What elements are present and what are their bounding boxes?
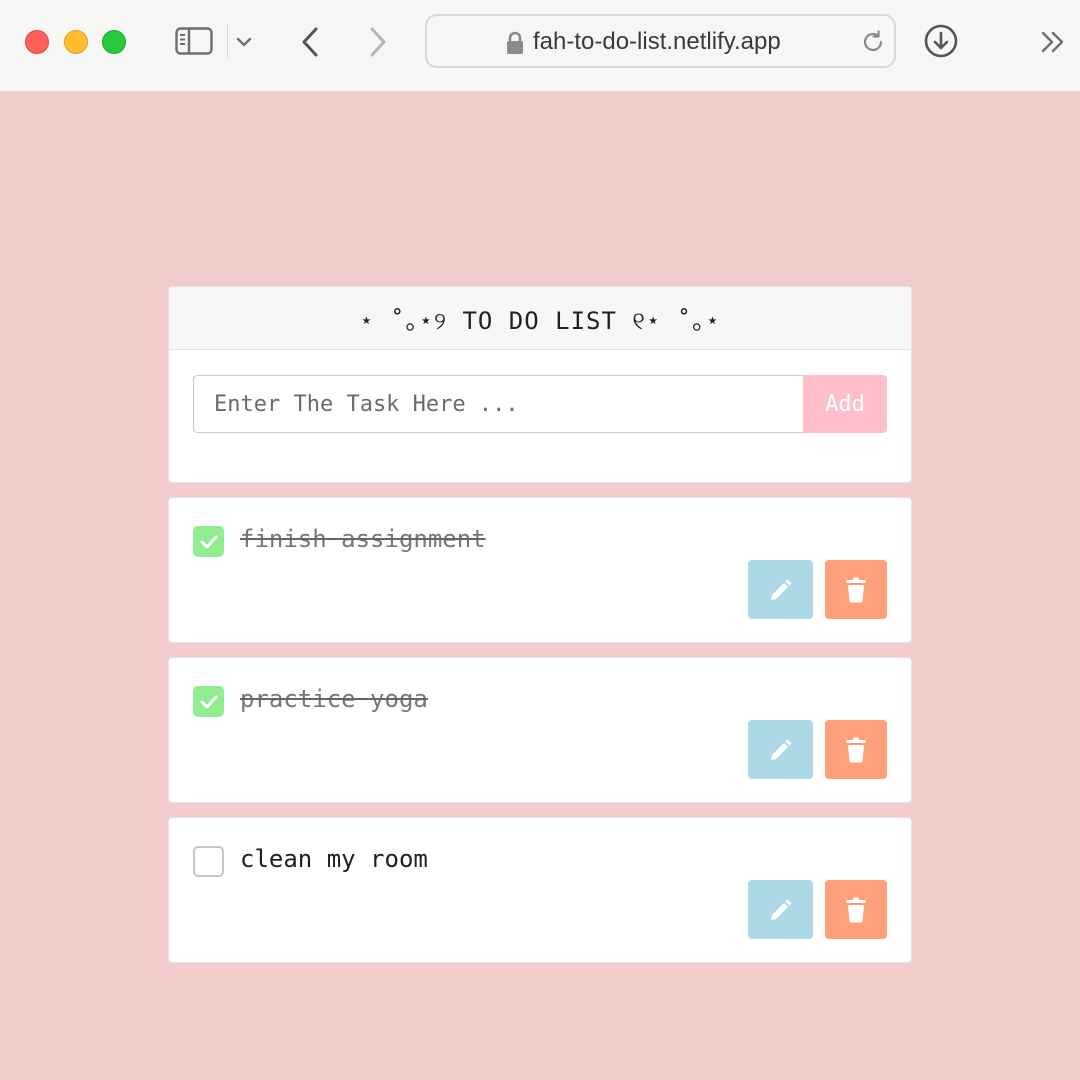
back-arrow-icon[interactable]	[296, 24, 324, 60]
reload-icon[interactable]	[859, 28, 887, 56]
url-text: fah-to-do-list.netlify.app	[533, 28, 781, 55]
delete-button[interactable]	[825, 560, 887, 619]
task-checkbox[interactable]	[193, 846, 224, 877]
address-bar[interactable]: fah-to-do-list.netlify.app	[425, 14, 896, 68]
toolbar-divider	[227, 24, 228, 58]
check-icon	[200, 695, 217, 708]
delete-button[interactable]	[825, 880, 887, 939]
card-header: ⋆ ˚｡⋆୨ TO DO LIST ୧⋆ ˚｡⋆	[169, 287, 911, 350]
sidebar-toggle-icon[interactable]	[174, 26, 214, 56]
pencil-icon	[770, 899, 791, 920]
task-checkbox[interactable]	[193, 526, 224, 557]
task-text: finish assignment	[240, 525, 486, 553]
add-button[interactable]: Add	[803, 375, 887, 433]
close-window-button[interactable]	[25, 30, 49, 54]
task-checkbox[interactable]	[193, 686, 224, 717]
task-input[interactable]	[193, 375, 803, 433]
lock-icon	[505, 30, 525, 56]
fullscreen-window-button[interactable]	[102, 30, 126, 54]
check-icon	[200, 535, 217, 548]
task-text: clean my room	[240, 845, 428, 873]
minimize-window-button[interactable]	[64, 30, 88, 54]
download-icon[interactable]	[922, 22, 960, 60]
trash-icon	[846, 737, 866, 762]
pencil-icon	[770, 579, 791, 600]
edit-button[interactable]	[748, 880, 813, 939]
browser-toolbar: fah-to-do-list.netlify.app	[0, 0, 1080, 92]
edit-button[interactable]	[748, 560, 813, 619]
delete-button[interactable]	[825, 720, 887, 779]
task-text: practice yoga	[240, 685, 428, 713]
todo-header-card: ⋆ ˚｡⋆୨ TO DO LIST ୧⋆ ˚｡⋆ Add	[168, 286, 912, 483]
trash-icon	[846, 897, 866, 922]
task-card: clean my room	[168, 817, 912, 963]
task-card: practice yoga	[168, 657, 912, 803]
double-chevron-right-icon[interactable]	[1036, 26, 1070, 58]
chevron-down-icon[interactable]	[232, 30, 256, 54]
edit-button[interactable]	[748, 720, 813, 779]
task-card: finish assignment	[168, 497, 912, 643]
trash-icon	[846, 577, 866, 602]
forward-arrow-icon[interactable]	[364, 24, 392, 60]
page-title: ⋆ ˚｡⋆୨ TO DO LIST ୧⋆ ˚｡⋆	[359, 306, 721, 335]
add-task-form: Add	[193, 375, 887, 433]
pencil-icon	[770, 739, 791, 760]
